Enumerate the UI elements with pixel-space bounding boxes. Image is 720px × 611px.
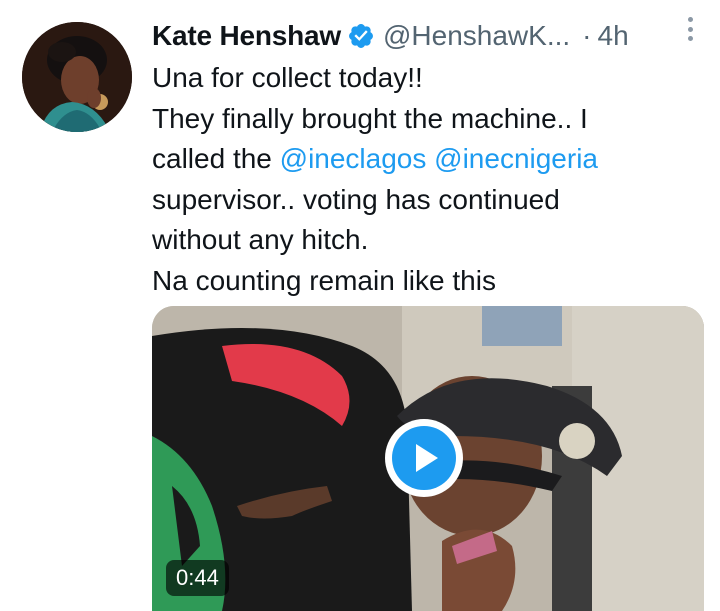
mention-link-inecnigeria[interactable]: @inecnigeria <box>434 143 598 174</box>
tweet-card[interactable]: Kate Henshaw @HenshawK... · 4h Una for c… <box>0 0 720 611</box>
avatar-image <box>22 22 132 132</box>
tweet-line: Una for collect today!! <box>152 62 423 93</box>
author-name[interactable]: Kate Henshaw <box>152 20 341 52</box>
play-icon <box>392 426 456 490</box>
play-button[interactable] <box>385 419 463 497</box>
tweet-line: Na counting remain like this <box>152 264 496 296</box>
more-options-icon[interactable] <box>680 14 700 44</box>
separator-dot: · <box>582 20 592 51</box>
tweet-header: Kate Henshaw @HenshawK... · 4h <box>152 14 706 58</box>
avatar[interactable] <box>22 22 132 132</box>
tweet-line: They finally brought the machine.. I <box>152 102 588 134</box>
video-duration-badge: 0:44 <box>166 560 229 596</box>
video-player[interactable]: 0:44 <box>152 306 704 611</box>
tweet-line-prefix: called the <box>152 143 280 174</box>
author-handle[interactable]: @HenshawK... <box>383 20 570 52</box>
tweet-line: called the @ineclagos @inecnigeria <box>152 139 712 180</box>
tweet-line: supervisor.. voting has continued <box>152 183 560 215</box>
verified-badge-icon <box>349 24 373 48</box>
mention-link-ineclagos[interactable]: @ineclagos <box>280 143 427 174</box>
tweet-timestamp[interactable]: 4h <box>598 20 629 52</box>
tweet-text: Una for collect today!! They finally bro… <box>152 58 712 301</box>
tweet-line: without any hitch. <box>152 224 369 255</box>
